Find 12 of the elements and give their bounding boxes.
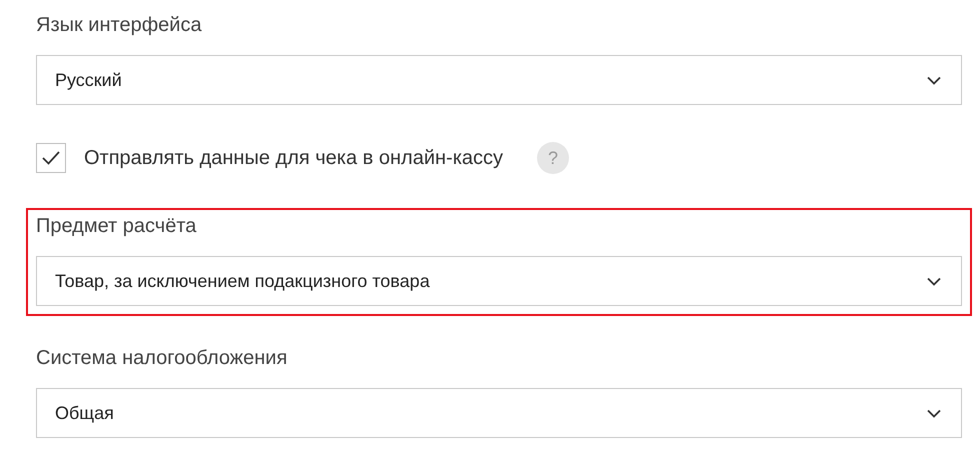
chevron-down-icon (927, 276, 941, 286)
checkbox[interactable] (36, 143, 66, 173)
select-field[interactable]: Товар, за исключением подакцизного товара (36, 256, 962, 306)
field-label: Система налогообложения (36, 346, 288, 370)
field-label: Язык интерфейса (36, 13, 203, 37)
chevron-down-icon (927, 76, 941, 84)
chevron-down-icon (927, 408, 941, 418)
check-icon (41, 150, 61, 166)
select-field[interactable]: Общая (36, 388, 962, 438)
checkbox-label: Отправлять данные для чека в онлайн-кассу (84, 146, 504, 170)
field-label: Предмет расчёта (36, 214, 198, 238)
select-field[interactable]: Русский (36, 55, 962, 105)
